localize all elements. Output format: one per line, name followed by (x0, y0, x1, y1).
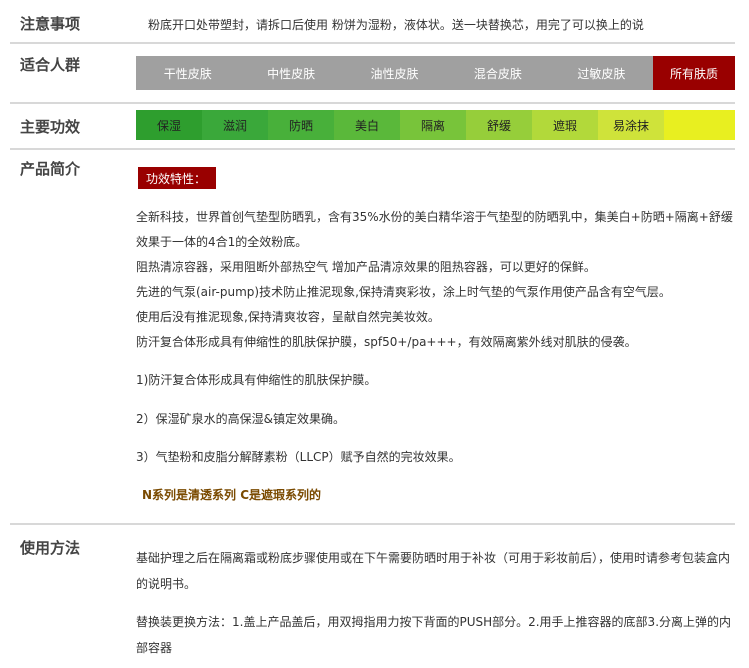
effects-bar: 保湿 滋润 防晒 美白 隔离 舒缓 遮瑕 易涂抹 (136, 110, 735, 140)
effect-item: 舒缓 (466, 110, 532, 140)
intro-line: 使用后没有推泥现象,保持清爽妆容，呈献自然完美妆效。 (136, 310, 440, 324)
intro-point: 2）保湿矿泉水的高保湿&镇定效果确。 (136, 412, 345, 426)
notice-label: 注意事项 (20, 15, 81, 33)
effects-label: 主要功效 (20, 118, 81, 136)
effect-item: 防晒 (268, 110, 334, 140)
skin-type-bar: 干性皮肤 中性皮肤 油性皮肤 混合皮肤 过敏皮肤 所有肤质 (136, 56, 736, 90)
usage-line: 替换装更换方法：1.盖上产品盖后，用双拇指用力按下背面的PUSH部分。2.用手上… (136, 615, 732, 629)
feature-tag: 功效特性： (138, 167, 216, 189)
effect-item: 隔离 (400, 110, 466, 140)
skin-type-item: 过敏皮肤 (577, 66, 626, 81)
skin-type-item: 混合皮肤 (473, 66, 522, 81)
intro-line: 阻热清凉容器，采用阻断外部热空气 增加产品清凉效果的阻热容器，可以更好的保鲜。 (136, 260, 596, 274)
intro-line: 先进的气泵(air-pump)技术防止推泥现象,保持清爽彩妆，涂上时气垫的气泵作… (136, 285, 671, 299)
skin-type-item: 油性皮肤 (370, 66, 419, 81)
intro-line: 防汗复合体形成具有伸缩性的肌肤保护膜，spf50+/pa+++，有效隔离紫外线对… (136, 335, 637, 349)
usage-line: 部容器 (136, 641, 173, 655)
effect-item: 滋润 (202, 110, 268, 140)
intro-line: 效果于一体的4合1的全效粉底。 (136, 235, 308, 249)
usage-line: 的说明书。 (136, 577, 197, 591)
intro-point: 3）气垫粉和皮脂分解酵素粉（LLCP）赋予自然的完妆效果。 (136, 450, 461, 464)
divider (10, 523, 735, 525)
intro-point: 1)防汗复合体形成具有伸缩性的肌肤保护膜。 (136, 373, 377, 387)
divider (10, 42, 735, 44)
intro-line: 全新科技，世界首创气垫型防晒乳，含有35%水份的美白精华溶于气垫型的防晒乳中，集… (136, 210, 733, 224)
effect-bar-tail (664, 110, 735, 140)
divider (10, 102, 735, 104)
usage-label: 使用方法 (20, 539, 81, 557)
usage-line: 基础护理之后在隔离霜或粉底步骤使用或在下午需要防晒时用于补妆（可用于彩妆前后），… (136, 551, 731, 565)
effect-item: 美白 (334, 110, 400, 140)
effect-item: 遮瑕 (532, 110, 598, 140)
effect-item: 保湿 (136, 110, 202, 140)
skin-type-item: 中性皮肤 (267, 66, 316, 81)
skin-type-item: 干性皮肤 (163, 66, 212, 81)
series-note: N系列是清透系列 C是遮瑕系列的 (142, 488, 322, 502)
notice-text: 粉底开口处带塑封，请拆口后使用 粉饼为湿粉，液体状。送一块替换芯，用完了可以换上… (148, 18, 644, 32)
skin-label: 适合人群 (20, 56, 81, 74)
skin-type-item-active: 所有肤质 (653, 56, 736, 90)
effect-item: 易涂抹 (598, 110, 664, 140)
divider (10, 148, 735, 150)
intro-label: 产品简介 (20, 160, 81, 178)
